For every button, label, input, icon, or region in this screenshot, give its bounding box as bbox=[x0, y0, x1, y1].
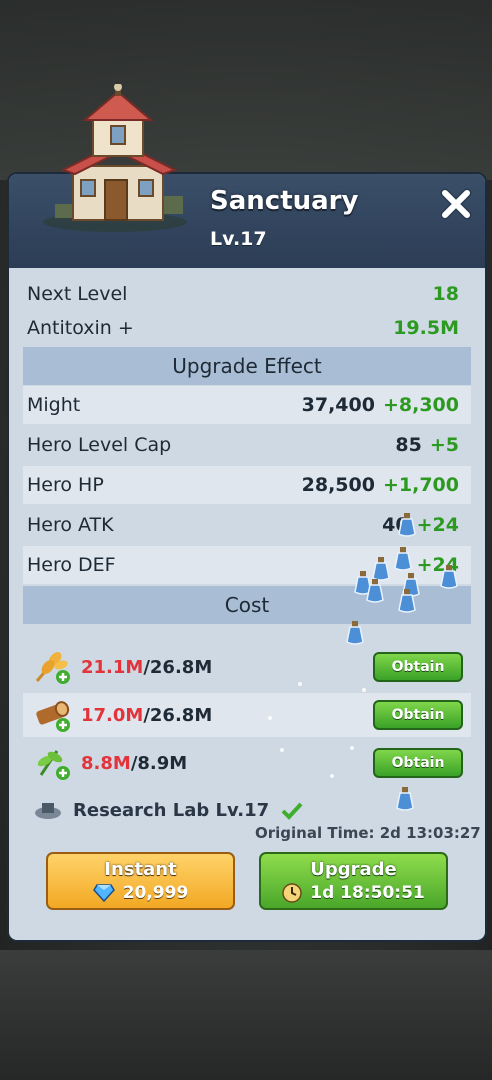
close-icon[interactable] bbox=[438, 186, 474, 222]
cost-row-wheat: 21.1M/26.8M Obtain bbox=[23, 645, 471, 689]
wheat-need: /26.8M bbox=[143, 656, 213, 678]
instant-cost: 20,999 bbox=[122, 883, 189, 903]
sparkle bbox=[298, 682, 302, 686]
check-icon bbox=[281, 802, 303, 820]
effect-current: 37,400 bbox=[301, 394, 375, 416]
next-level-row: Next Level 18 bbox=[23, 275, 471, 313]
upgrade-label: Upgrade bbox=[310, 859, 397, 880]
sparkle bbox=[362, 688, 366, 692]
obtain-herb-button[interactable]: Obtain bbox=[373, 748, 463, 778]
antitoxin-value: 19.5M bbox=[393, 317, 459, 339]
potion-icon bbox=[398, 513, 416, 537]
effect-bonus: +1,700 bbox=[382, 474, 459, 496]
antitoxin-label: Antitoxin + bbox=[27, 317, 134, 339]
cost-row-wood: 17.0M/26.8M Obtain bbox=[23, 693, 471, 737]
sparkle bbox=[268, 716, 272, 720]
potion-icon bbox=[346, 621, 364, 645]
effect-bonus: +5 bbox=[429, 434, 459, 456]
obtain-wood-button[interactable]: Obtain bbox=[373, 700, 463, 730]
wheat-icon bbox=[35, 652, 70, 684]
effect-label: Might bbox=[27, 394, 81, 416]
upgrade-effect-heading: Upgrade Effect bbox=[23, 347, 471, 385]
potion-icon bbox=[366, 579, 384, 603]
potion-icon bbox=[398, 589, 416, 613]
sparkle bbox=[350, 746, 354, 750]
effect-current: 28,500 bbox=[301, 474, 375, 496]
effect-row-might: Might 37,400 +8,300 bbox=[23, 386, 471, 424]
building-level: Lv.17 bbox=[210, 228, 267, 250]
wood-need: /26.8M bbox=[143, 704, 213, 726]
wood-have: 17.0M bbox=[81, 704, 144, 726]
building-title: Sanctuary bbox=[210, 186, 359, 216]
herb-have: 8.8M bbox=[81, 752, 131, 774]
obtain-wheat-button[interactable]: Obtain bbox=[373, 652, 463, 682]
effect-current: 85 bbox=[395, 434, 422, 456]
research-lab-icon bbox=[35, 803, 61, 819]
clock-icon bbox=[282, 883, 302, 903]
effect-bonus: +8,300 bbox=[382, 394, 459, 416]
background-bottom bbox=[0, 950, 492, 1080]
cost-row-herb: 8.8M/8.9M Obtain bbox=[23, 741, 471, 785]
effect-row-hero-level-cap: Hero Level Cap 85 +5 bbox=[23, 426, 471, 464]
effect-label: Hero HP bbox=[27, 474, 104, 496]
upgrade-time: 1d 18:50:51 bbox=[310, 883, 425, 903]
instant-label: Instant bbox=[104, 859, 177, 880]
sparkle bbox=[330, 774, 334, 778]
wood-log-icon bbox=[36, 701, 70, 732]
upgrade-button[interactable]: Upgrade 1d 18:50:51 bbox=[259, 852, 448, 910]
potion-icon bbox=[394, 547, 412, 571]
instant-button[interactable]: Instant 20,999 bbox=[46, 852, 235, 910]
next-level-label: Next Level bbox=[27, 283, 128, 305]
effect-label: Hero DEF bbox=[27, 554, 116, 576]
effect-label: Hero ATK bbox=[27, 514, 114, 536]
research-requirement-label: Research Lab Lv.17 bbox=[73, 799, 270, 821]
diamond-icon bbox=[92, 884, 115, 902]
wheat-have: 21.1M bbox=[81, 656, 144, 678]
antitoxin-row: Antitoxin + 19.5M bbox=[23, 309, 471, 347]
effect-label: Hero Level Cap bbox=[27, 434, 172, 456]
herb-leaf-icon bbox=[37, 750, 70, 780]
research-requirement: Research Lab Lv.17 bbox=[33, 799, 305, 821]
next-level-value: 18 bbox=[432, 283, 459, 305]
original-time: Original Time: 2d 13:03:27 bbox=[255, 824, 481, 842]
sparkle bbox=[280, 748, 284, 752]
herb-need: /8.9M bbox=[130, 752, 188, 774]
potion-icon bbox=[440, 565, 458, 589]
effect-bonus: +24 bbox=[416, 514, 459, 536]
sanctuary-building-icon bbox=[43, 84, 187, 232]
effect-row-hero-hp: Hero HP 28,500 +1,700 bbox=[23, 466, 471, 504]
potion-icon bbox=[396, 787, 414, 811]
